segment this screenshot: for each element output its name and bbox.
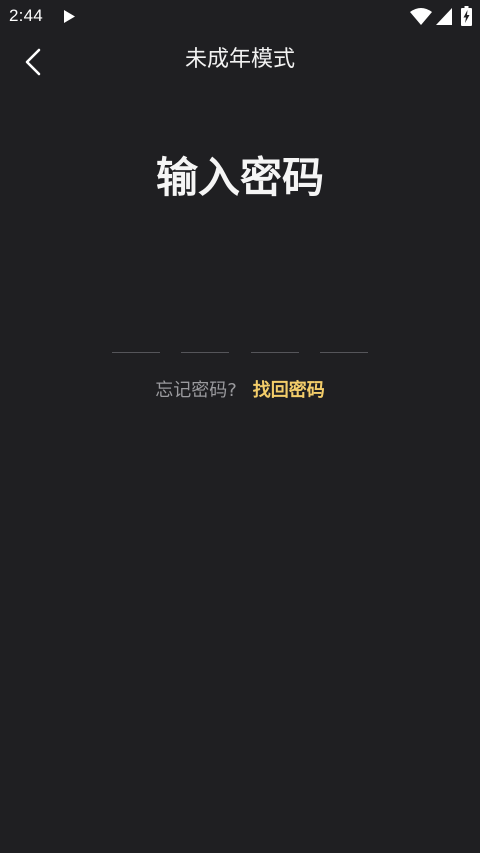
recover-password-link[interactable]: 找回密码 <box>253 380 325 401</box>
wifi-icon <box>410 8 432 25</box>
nav-title: 未成年模式 <box>184 47 295 72</box>
play-icon <box>64 10 75 23</box>
pin-slot-1[interactable] <box>112 352 160 353</box>
forgot-password-text: 忘记密码? <box>155 380 237 401</box>
pin-slot-2[interactable] <box>181 352 229 353</box>
chevron-left-icon <box>25 48 41 76</box>
signal-icon <box>436 8 452 25</box>
battery-charging-icon <box>461 6 472 26</box>
pin-slot-3[interactable] <box>251 352 299 353</box>
pin-input[interactable] <box>112 352 369 354</box>
back-button[interactable] <box>14 40 54 84</box>
forgot-password-row: 忘记密码? 找回密码 <box>40 376 440 406</box>
page-title: 输入密码 <box>155 153 324 202</box>
pin-slot-4[interactable] <box>320 352 368 353</box>
status-time: 2:44 <box>9 6 43 25</box>
status-bar: 2:44 <box>0 0 480 34</box>
minor-mode-password-screen: 2:44 未成年模式 输入密码 忘记密码? 找回密码 <box>0 0 480 853</box>
